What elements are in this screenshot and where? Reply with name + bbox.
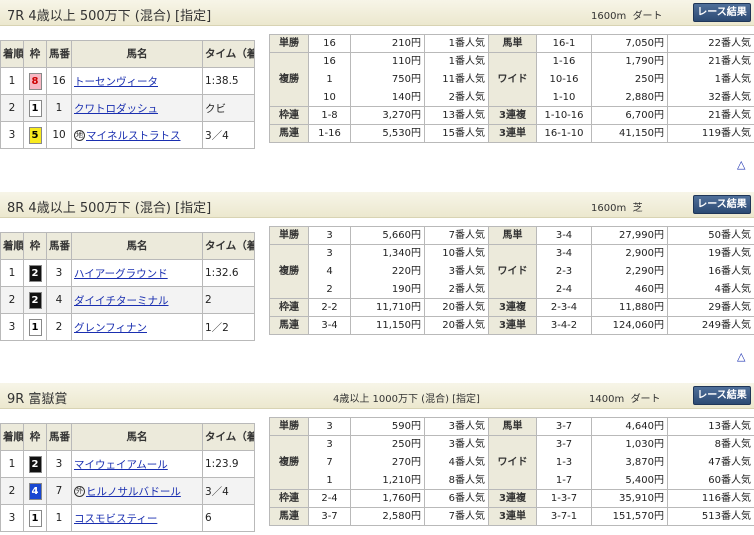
header-waku: 枠: [23, 423, 47, 451]
payout-table: 単勝 3 5,660円 7番人気 馬単 3-4 27,990円 50番人気 複勝…: [269, 226, 754, 335]
table-row: 1 2 3 マイウェイアムール 1:23.9: [0, 450, 255, 478]
race-title: 7R 4歳以上 500万下 (混合) [指定]: [7, 9, 212, 24]
header-time: タイム（着差）: [202, 423, 255, 451]
horse-link[interactable]: ヒルノサルバドール: [86, 486, 181, 498]
waku-badge: 2: [28, 455, 42, 473]
horse-link[interactable]: ハイアーグラウンド: [74, 268, 168, 280]
header-time: タイム（着差）: [202, 40, 255, 68]
header-waku: 枠: [23, 40, 47, 68]
race-conditions: 4歳以上 1000万下 (混合) [指定]: [333, 394, 480, 405]
waku-badge: 1: [28, 99, 42, 117]
waku-badge: 8: [28, 72, 42, 90]
race-result-button[interactable]: レース結果: [693, 386, 751, 405]
race-result-button[interactable]: レース結果: [693, 195, 751, 214]
table-row: 3 5 10 地マイネルストラトス 3／4: [0, 121, 255, 149]
race-distance: 1600m ダート: [591, 11, 663, 22]
results-table: 着順 枠 馬番 馬名 タイム（着差） 1 2 3 マイウェイアムール 1:23.…: [0, 423, 255, 532]
local-horse-icon: 地: [74, 130, 85, 141]
race-section-8r: 8R 4歳以上 500万下 (混合) [指定] 1600m 芝 レース結果 着順…: [0, 192, 754, 372]
race-title: 9R 富嶽賞: [7, 392, 68, 407]
waku-badge: 5: [28, 126, 42, 144]
header-rank: 着順: [0, 232, 24, 260]
header-rank: 着順: [0, 423, 24, 451]
race-header: 9R 富嶽賞 4歳以上 1000万下 (混合) [指定] 1400m ダート レ…: [0, 383, 754, 409]
table-row: 1 8 16 トーセンヴィータ 1:38.5: [0, 67, 255, 95]
header-waku: 枠: [23, 232, 47, 260]
header-num: 馬番: [46, 423, 72, 451]
waku-badge: 1: [28, 509, 42, 527]
horse-link[interactable]: クワトロダッシュ: [74, 103, 158, 115]
waku-badge: 2: [28, 264, 42, 282]
header-horse: 馬名: [71, 40, 203, 68]
header-horse: 馬名: [71, 232, 203, 260]
race-section-7r: 7R 4歳以上 500万下 (混合) [指定] 1600m ダート レース結果 …: [0, 0, 754, 180]
horse-link[interactable]: グレンフィナン: [74, 322, 147, 334]
table-row: 3 1 2 グレンフィナン 1／2: [0, 313, 255, 341]
table-row: 3 1 1 コスモビスティー 6: [0, 504, 255, 532]
race-section-9r: 9R 富嶽賞 4歳以上 1000万下 (混合) [指定] 1400m ダート レ…: [0, 383, 754, 535]
table-row: 2 2 4 ダイイチターミナル 2: [0, 286, 255, 314]
table-row: 2 4 7 外ヒルノサルバドール 3／4: [0, 477, 255, 505]
race-distance: 1600m 芝: [591, 203, 643, 214]
scroll-top-icon[interactable]: △: [737, 158, 745, 171]
payout-table: 単勝 16 210円 1番人気 馬単 16-1 7,050円 22番人気 複勝 …: [269, 34, 754, 143]
waku-badge: 4: [28, 482, 42, 500]
header-time: タイム（着差）: [202, 232, 255, 260]
waku-badge: 2: [28, 291, 42, 309]
race-title: 8R 4歳以上 500万下 (混合) [指定]: [7, 201, 212, 216]
header-num: 馬番: [46, 232, 72, 260]
horse-link[interactable]: マイウェイアムール: [74, 459, 168, 471]
horse-link[interactable]: マイネルストラトス: [86, 130, 181, 142]
table-row: 1 2 3 ハイアーグラウンド 1:32.6: [0, 259, 255, 287]
foreign-horse-icon: 外: [74, 486, 85, 497]
results-table: 着順 枠 馬番 馬名 タイム（着差） 1 2 3 ハイアーグラウンド 1:32.…: [0, 232, 255, 341]
header-num: 馬番: [46, 40, 72, 68]
race-result-button[interactable]: レース結果: [693, 3, 751, 22]
results-table: 着順 枠 馬番 馬名 タイム（着差） 1 8 16 トーセンヴィータ 1:38.…: [0, 40, 255, 149]
horse-link[interactable]: トーセンヴィータ: [74, 76, 158, 88]
race-distance: 1400m ダート: [589, 394, 661, 405]
race-header: 7R 4歳以上 500万下 (混合) [指定] 1600m ダート レース結果: [0, 0, 754, 26]
header-rank: 着順: [0, 40, 24, 68]
horse-link[interactable]: コスモビスティー: [74, 513, 157, 525]
header-horse: 馬名: [71, 423, 203, 451]
horse-link[interactable]: ダイイチターミナル: [74, 295, 169, 307]
scroll-top-icon[interactable]: △: [737, 350, 745, 363]
waku-badge: 1: [28, 318, 42, 336]
race-header: 8R 4歳以上 500万下 (混合) [指定] 1600m 芝 レース結果: [0, 192, 754, 218]
payout-table: 単勝 3 590円 3番人気 馬単 3-7 4,640円 13番人気 複勝 37…: [269, 417, 754, 526]
table-row: 2 1 1 クワトロダッシュ クビ: [0, 94, 255, 122]
